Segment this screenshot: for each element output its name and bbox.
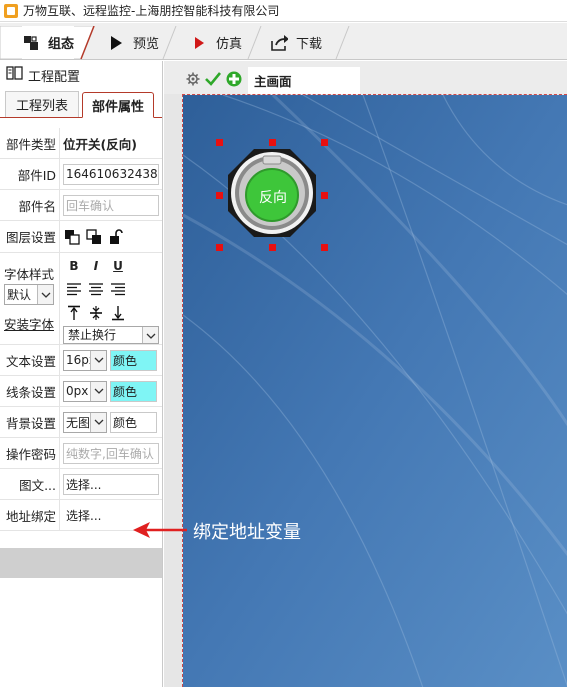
send-to-back-icon[interactable] — [85, 228, 103, 246]
row-operation-password: 操作密码 纯数字,回车确认 — [0, 438, 162, 469]
layer-label: 图层设置 — [0, 221, 60, 252]
background-color-picker[interactable]: 颜色 — [110, 411, 157, 433]
lock-icon[interactable] — [107, 228, 125, 246]
password-label: 操作密码 — [0, 438, 60, 468]
background-settings-label: 背景设置 — [0, 407, 60, 437]
settings-gear-icon[interactable] — [186, 72, 200, 89]
chevron-down-icon — [37, 285, 53, 304]
row-component-id: 部件ID 1646106324388 — [0, 159, 162, 190]
tab-preview[interactable]: 预览 — [107, 26, 159, 59]
component-name-input[interactable]: 回车确认 — [63, 194, 159, 216]
italic-button[interactable]: I — [87, 257, 105, 275]
tab-design[interactable]: 组态 — [22, 26, 75, 59]
row-layer-settings: 图层设置 — [0, 221, 162, 253]
canvas-tab-bar: 主画面 — [164, 61, 567, 94]
address-binding-label: 地址绑定 — [0, 500, 60, 530]
font-style-select[interactable]: 默认 — [4, 284, 54, 305]
align-right-icon[interactable] — [109, 280, 127, 298]
toggle-switch-label: 反向 — [259, 190, 287, 206]
tab-simulate[interactable]: 仿真 — [190, 26, 242, 59]
valign-bottom-icon[interactable] — [109, 304, 127, 322]
row-line-settings: 线条设置 0px 颜色 — [0, 376, 162, 407]
window-title: 万物互联、远程监控-上海朋控智能科技有限公司 — [23, 4, 280, 18]
line-size-value: 0px — [66, 384, 89, 398]
chevron-down-icon — [90, 350, 106, 370]
tab-simulate-label: 仿真 — [216, 37, 243, 52]
canvas-area: 主画面 反向 — [164, 61, 567, 687]
component-id-field[interactable]: 1646106324388 — [63, 163, 159, 185]
line-settings-label: 线条设置 — [0, 376, 60, 406]
row-component-name: 部件名 回车确认 — [0, 190, 162, 221]
image-select-field[interactable]: 选择... — [63, 473, 159, 495]
play-red-icon — [190, 34, 208, 52]
type-value: 位开关(反向) — [63, 136, 137, 152]
chevron-down-icon — [90, 412, 106, 432]
tab-preview-label: 预览 — [133, 37, 160, 52]
wrap-mode-select-value: 禁止换行 — [68, 328, 117, 343]
valign-top-icon[interactable] — [65, 304, 83, 322]
id-label: 部件ID — [0, 159, 60, 189]
row-text-settings: 文本设置 16px 颜色 — [0, 345, 162, 376]
export-icon — [270, 34, 288, 52]
tab-design-label: 组态 — [48, 37, 75, 52]
image-label: 图文... — [0, 469, 60, 499]
type-label: 部件类型 — [0, 128, 60, 158]
background-image-select[interactable]: 无图 — [63, 411, 107, 433]
tab-main-screen[interactable]: 主画面 — [248, 67, 360, 94]
play-icon — [107, 34, 125, 52]
tab-download-label: 下载 — [296, 37, 323, 52]
chevron-down-icon — [90, 381, 106, 401]
font-style-label: 字体样式 — [4, 267, 55, 282]
valign-middle-icon[interactable] — [87, 304, 105, 322]
confirm-check-icon[interactable] — [205, 71, 222, 89]
row-font-style: 字体样式 默认 安装字体 B I U 禁止换行 — [0, 253, 162, 345]
panel-tabs: 工程列表 部件属性 — [0, 89, 162, 118]
line-size-select[interactable]: 0px — [63, 380, 107, 402]
panel-footer-bar — [0, 548, 162, 578]
toggle-switch-widget[interactable]: 反向 — [216, 139, 328, 251]
app-logo-icon — [4, 3, 18, 18]
mode-toolbar: 组态 预览 仿真 下载 — [0, 23, 567, 60]
tab-download[interactable]: 下载 — [270, 26, 322, 59]
project-config-panel: 工程配置 工程列表 部件属性 部件类型 位开关(反向) 部件ID 1646106… — [0, 61, 163, 687]
operation-password-input[interactable]: 纯数字,回车确认 — [63, 442, 159, 464]
text-settings-label: 文本设置 — [0, 345, 60, 375]
title-bar: 万物互联、远程监控-上海朋控智能科技有限公司 — [0, 0, 567, 22]
annotation-arrow-icon — [133, 522, 187, 538]
line-color-picker[interactable]: 颜色 — [110, 380, 157, 402]
config-icon — [6, 65, 24, 85]
annotation-label: 绑定地址变量 — [193, 522, 301, 543]
align-left-icon[interactable] — [65, 280, 83, 298]
name-label: 部件名 — [0, 190, 60, 220]
install-font-link[interactable]: 安装字体 — [4, 314, 54, 333]
add-page-icon[interactable] — [226, 71, 242, 90]
bold-button[interactable]: B — [65, 257, 83, 275]
align-center-icon[interactable] — [87, 280, 105, 298]
background-image-value: 无图 — [66, 415, 91, 430]
bring-to-front-icon[interactable] — [63, 228, 81, 246]
row-component-type: 部件类型 位开关(反向) — [0, 128, 162, 159]
wrap-mode-select[interactable]: 禁止换行 — [63, 325, 159, 344]
row-image: 图文... 选择... — [0, 469, 162, 500]
chevron-down-icon — [142, 326, 158, 343]
panel-header: 工程配置 — [0, 61, 162, 89]
font-style-select-value: 默认 — [7, 288, 32, 302]
property-grid: 部件类型 位开关(反向) 部件ID 1646106324388 部件名 回车确认… — [0, 128, 162, 531]
row-background-settings: 背景设置 无图 颜色 — [0, 407, 162, 438]
left-ruler — [164, 94, 182, 687]
text-size-select[interactable]: 16px — [63, 349, 107, 371]
panel-title: 工程配置 — [28, 69, 81, 85]
design-grid-icon — [22, 34, 40, 52]
text-color-picker[interactable]: 颜色 — [110, 349, 157, 371]
underline-button[interactable]: U — [109, 257, 127, 275]
tab-component-properties[interactable]: 部件属性 — [82, 92, 154, 118]
tab-project-list[interactable]: 工程列表 — [5, 91, 79, 117]
